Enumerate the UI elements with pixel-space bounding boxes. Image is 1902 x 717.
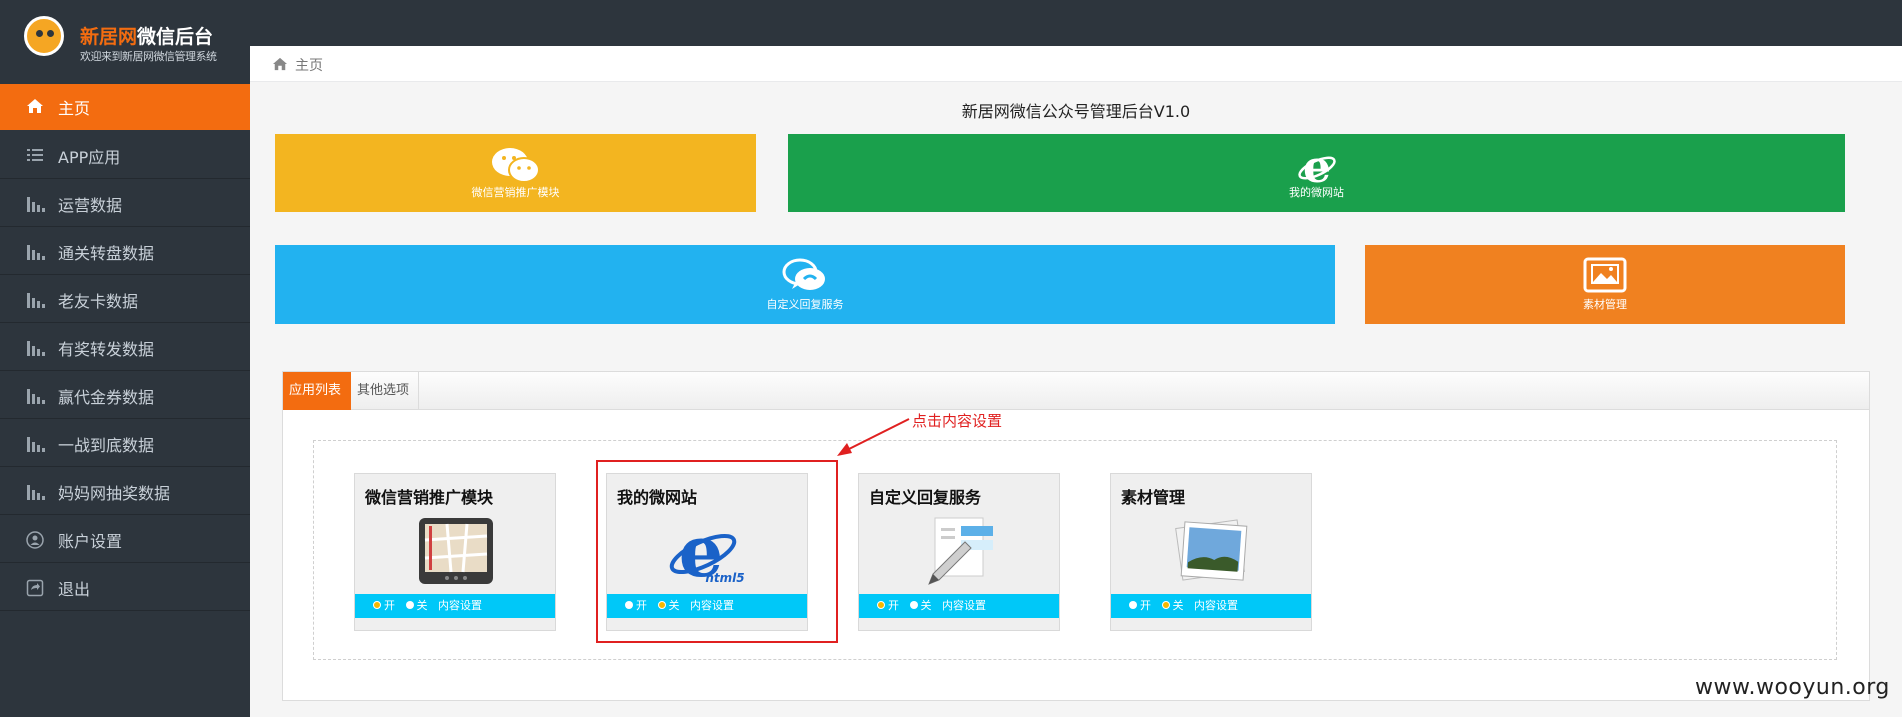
sidebar-item-ops-data[interactable]: 运营数据 — [0, 181, 250, 227]
user-icon — [26, 530, 46, 549]
photos-icon — [1173, 516, 1253, 592]
annotation-arrow — [837, 418, 910, 456]
chat-icon — [782, 257, 828, 298]
list-icon — [26, 147, 46, 165]
map-tablet-icon — [417, 516, 495, 590]
sidebar-item-friend-card-data[interactable]: 老友卡数据 — [0, 277, 250, 323]
sidebar-item-battle-data[interactable]: 一战到底数据 — [0, 421, 250, 467]
on-radio[interactable]: 开 — [877, 599, 899, 612]
image-icon — [1583, 257, 1627, 296]
tile-label: 微信营销推广模块 — [471, 186, 560, 199]
tab-app-list[interactable]: 应用列表 — [283, 372, 351, 410]
sidebar-item-label: 有奖转发数据 — [58, 339, 155, 359]
app-card-material-management: 素材管理 开 关 内容设置 — [1110, 473, 1312, 631]
on-radio[interactable]: 开 — [1129, 599, 1151, 612]
sidebar-item-label: 账户设置 — [58, 531, 123, 551]
breadcrumb-home-link[interactable]: 主页 — [295, 55, 323, 75]
sidebar-item-label: 赢代金券数据 — [58, 387, 155, 407]
main-content: 新居网微信公众号管理后台V1.0 微信营销推广模块 e 我的微网站 自定义回复服… — [250, 82, 1902, 717]
sidebar-item-forward-data[interactable]: 有奖转发数据 — [0, 325, 250, 371]
app-card-wechat-marketing: 微信营销推广模块 开 关 内容设置 — [354, 473, 556, 631]
tab-bar: 应用列表 其他选项 — [283, 372, 1869, 410]
sidebar-item-label: 一战到底数据 — [58, 435, 155, 455]
content-settings-link[interactable]: 内容设置 — [1194, 599, 1238, 612]
app-card-title: 素材管理 — [1121, 488, 1186, 507]
breadcrumb: 主页 — [250, 46, 1902, 82]
logout-icon — [26, 579, 46, 597]
sidebar-item-home[interactable]: 主页 — [0, 84, 250, 130]
app-card-title: 自定义回复服务 — [869, 488, 982, 507]
sidebar-item-label: 退出 — [58, 579, 91, 599]
tile-label: 自定义回复服务 — [766, 298, 844, 311]
highlight-box — [596, 460, 838, 643]
app-card-controls: 开 关 内容设置 — [355, 594, 555, 618]
tile-material-management[interactable]: 素材管理 — [1365, 245, 1845, 324]
tab-other-options[interactable]: 其他选项 — [351, 372, 419, 410]
app-list-panel: 应用列表 其他选项 微信营销推广模块 开 关 内容设置 我的微网站 e html… — [282, 371, 1870, 701]
app-card-controls: 开 关 内容设置 — [859, 594, 1059, 618]
off-radio[interactable]: 关 — [405, 599, 428, 612]
tile-wechat-marketing[interactable]: 微信营销推广模块 — [275, 134, 756, 212]
off-radio[interactable]: 关 — [909, 599, 932, 612]
sidebar-item-label: 运营数据 — [58, 195, 123, 215]
sidebar-item-logout[interactable]: 退出 — [0, 565, 250, 611]
sidebar-item-app[interactable]: APP应用 — [0, 133, 250, 179]
app-subtitle: 欢迎来到新居网微信管理系统 — [80, 50, 217, 63]
on-radio[interactable]: 开 — [373, 599, 395, 612]
sidebar-item-account[interactable]: 账户设置 — [0, 517, 250, 563]
bar-chart-icon — [26, 387, 46, 405]
document-pen-icon — [921, 516, 1001, 592]
bar-chart-icon — [26, 339, 46, 357]
sidebar-item-lottery-data[interactable]: 妈妈网抽奖数据 — [0, 469, 250, 515]
bar-chart-icon — [26, 435, 46, 453]
tile-label: 素材管理 — [1583, 298, 1627, 311]
annotation-text: 点击内容设置 — [912, 412, 1003, 430]
bar-chart-icon — [26, 195, 46, 213]
content-settings-link[interactable]: 内容设置 — [942, 599, 986, 612]
bar-chart-icon — [26, 243, 46, 261]
sidebar-item-label: 主页 — [58, 99, 91, 118]
page-title: 新居网微信公众号管理后台V1.0 — [961, 102, 1191, 121]
logo: 新居网微信后台 欢迎来到新居网微信管理系统 — [0, 0, 250, 70]
bar-chart-icon — [26, 291, 46, 309]
bar-chart-icon — [26, 483, 46, 501]
tile-my-microsite[interactable]: e 我的微网站 — [788, 134, 1845, 212]
sidebar-item-voucher-data[interactable]: 赢代金券数据 — [0, 373, 250, 419]
home-icon — [272, 56, 288, 71]
top-bar — [0, 0, 1902, 46]
watermark: www.wooyun.org — [1695, 675, 1890, 700]
sidebar-item-wheel-data[interactable]: 通关转盘数据 — [0, 229, 250, 275]
tile-label: 我的微网站 — [1289, 186, 1344, 199]
sidebar-item-label: 通关转盘数据 — [58, 243, 155, 263]
content-settings-link[interactable]: 内容设置 — [438, 599, 482, 612]
app-card-title: 微信营销推广模块 — [365, 488, 494, 507]
wechat-icon — [490, 146, 542, 189]
tile-custom-reply[interactable]: 自定义回复服务 — [275, 245, 1335, 324]
home-icon — [26, 98, 46, 116]
app-title: 新居网微信后台 — [80, 26, 214, 48]
app-card-controls: 开 关 内容设置 — [1111, 594, 1311, 618]
logo-icon — [24, 16, 64, 56]
off-radio[interactable]: 关 — [1161, 599, 1184, 612]
app-card-container: 微信营销推广模块 开 关 内容设置 我的微网站 e html5 开 关 内容设置… — [313, 440, 1837, 660]
sidebar-item-label: 老友卡数据 — [58, 291, 139, 311]
sidebar-item-label: 妈妈网抽奖数据 — [58, 483, 171, 503]
sidebar-item-label: APP应用 — [58, 147, 121, 167]
app-card-custom-reply: 自定义回复服务 开 关 内容设置 — [858, 473, 1060, 631]
